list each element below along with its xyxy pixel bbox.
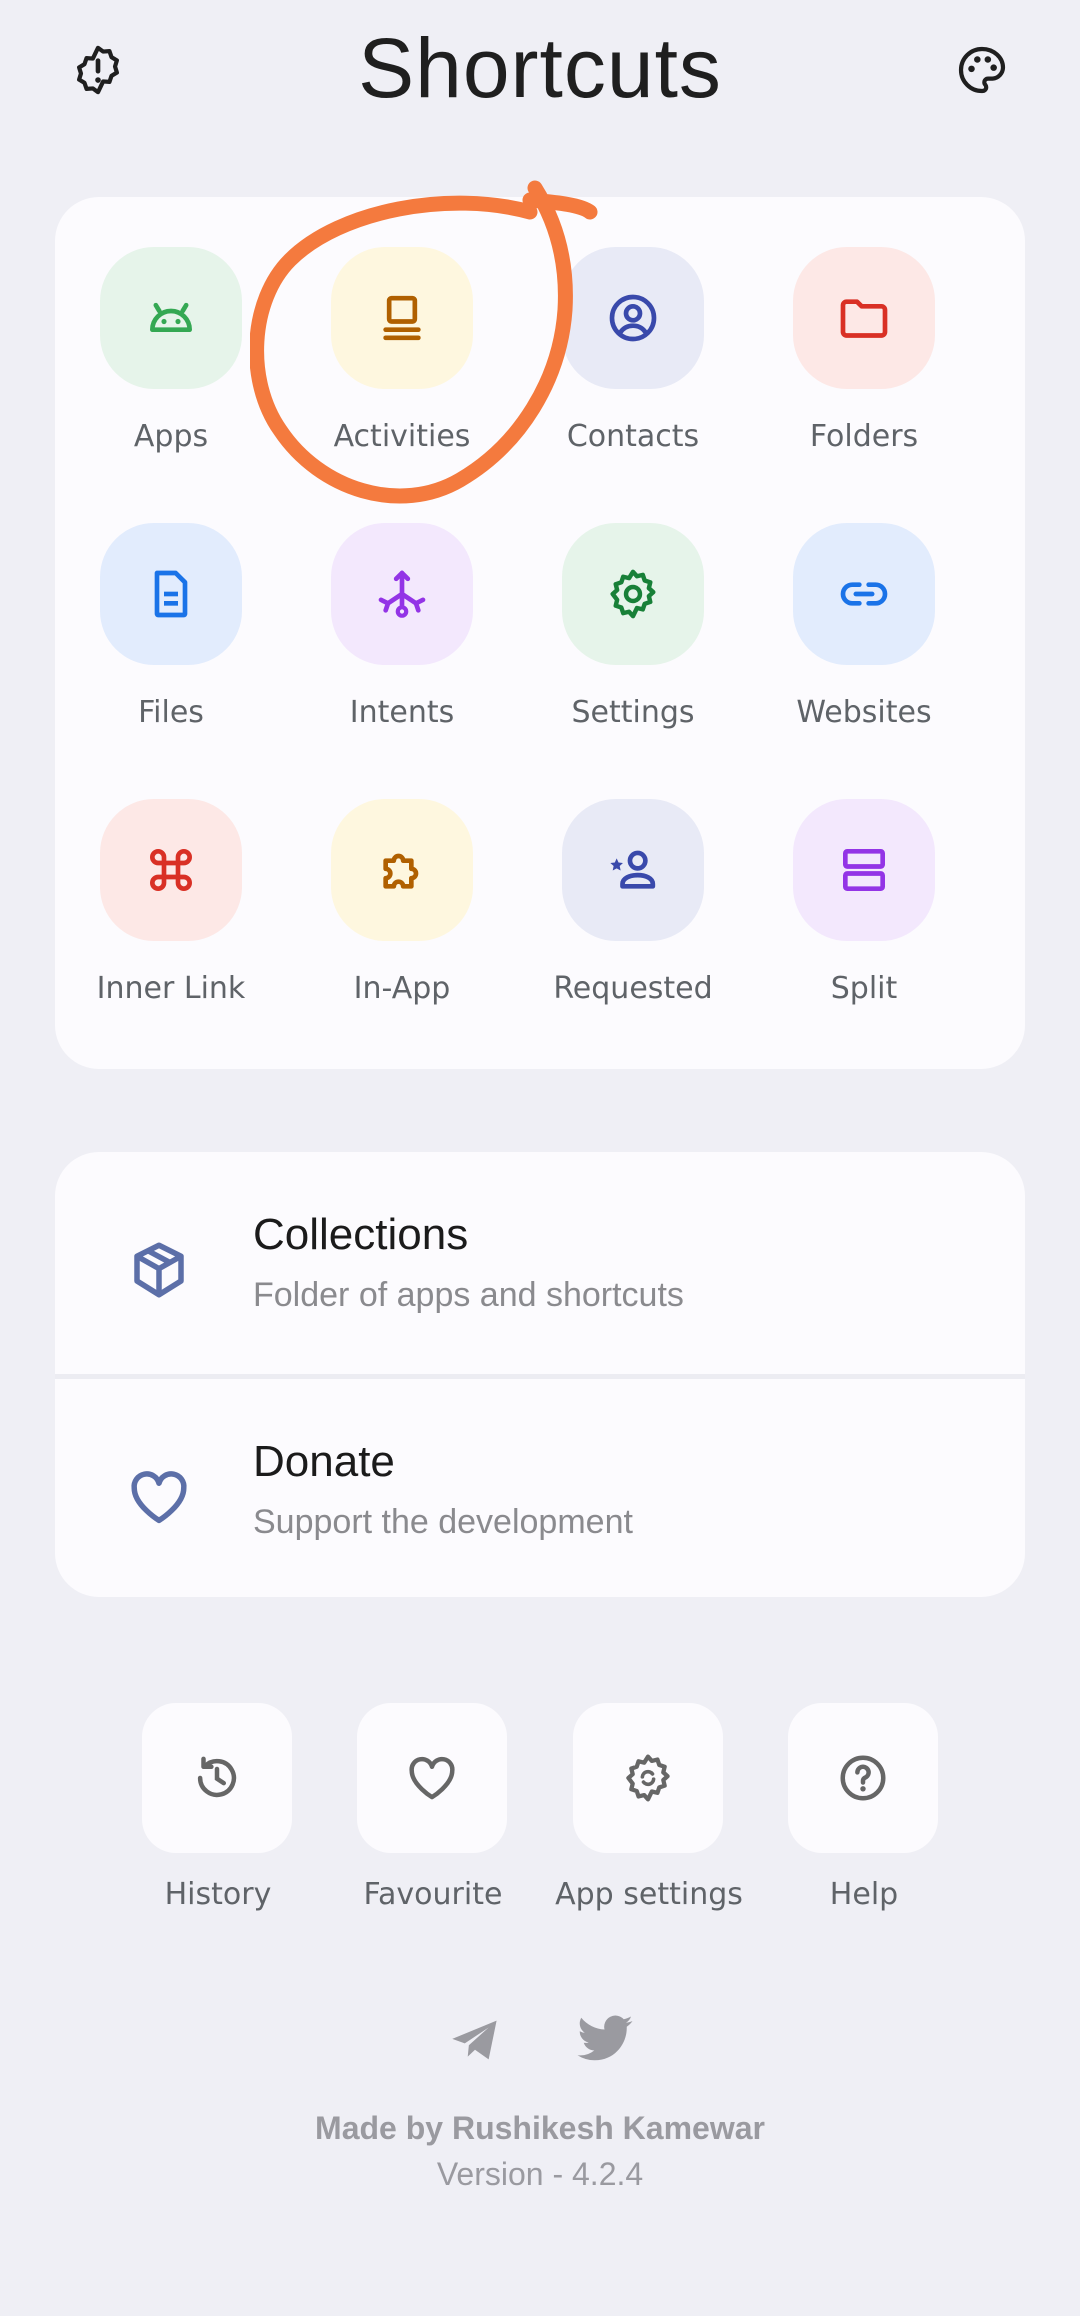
tile-label: In-App [353, 971, 451, 1006]
requested-bubble[interactable] [562, 799, 704, 941]
activities-icon [383, 295, 421, 341]
heart-icon [119, 1457, 199, 1537]
box-icon [119, 1230, 199, 1310]
websites-bubble[interactable] [793, 523, 935, 665]
collections-row[interactable]: Collections Folder of apps and shortcuts [55, 1152, 1025, 1374]
tile-label: Folders [809, 419, 919, 454]
tile-label: Split [830, 971, 898, 1006]
file-icon [154, 570, 188, 618]
tile-intents[interactable]: Intents [286, 523, 518, 763]
tile-in-app[interactable]: In-App [286, 799, 518, 1039]
row-title: Collections [253, 1210, 469, 1259]
in-app-bubble[interactable] [331, 799, 473, 941]
donate-row[interactable]: Donate Support the development [55, 1379, 1025, 1597]
tile-activities[interactable]: Activities [286, 247, 518, 487]
command-icon [150, 849, 192, 891]
links-card: Collections Folder of apps and shortcuts… [55, 1152, 1025, 1597]
app-settings-button[interactable]: App settings [555, 1703, 743, 1933]
made-by-credit: Made by Rushikesh Kamewar [315, 2110, 765, 2146]
tile-label: Settings [571, 695, 695, 730]
favourite-button[interactable]: Favourite [357, 1703, 509, 1933]
person-star-icon [610, 850, 656, 889]
telegram-icon[interactable] [440, 2010, 510, 2070]
contacts-bubble[interactable] [562, 247, 704, 389]
intents-bubble[interactable] [331, 523, 473, 665]
tile-websites[interactable]: Websites [748, 523, 980, 763]
split-bubble[interactable] [793, 799, 935, 941]
contact-icon [609, 294, 657, 342]
shortcut-types-card: Apps Activities Contacts Folders Files I… [55, 197, 1025, 1069]
row-subtitle: Support the development [253, 1503, 633, 1541]
tile-label: Apps [133, 419, 209, 454]
quick-label: Favourite [363, 1877, 503, 1912]
row-title: Donate [253, 1437, 395, 1486]
tile-label: Requested [553, 971, 713, 1006]
history-button[interactable]: History [142, 1703, 294, 1933]
tile-label: Websites [796, 695, 932, 730]
quick-label: App settings [555, 1877, 743, 1912]
page-title: Shortcuts [358, 21, 722, 115]
tile-label: Contacts [566, 419, 700, 454]
apps-bubble[interactable] [100, 247, 242, 389]
tile-inner-link[interactable]: Inner Link [55, 799, 287, 1039]
history-icon[interactable] [142, 1703, 292, 1853]
folders-bubble[interactable] [793, 247, 935, 389]
tile-requested[interactable]: Requested [517, 799, 749, 1039]
puzzle-icon [383, 853, 419, 889]
tile-contacts[interactable]: Contacts [517, 247, 749, 487]
inner-link-bubble[interactable] [100, 799, 242, 941]
intents-icon [378, 570, 426, 618]
tile-folders[interactable]: Folders [748, 247, 980, 487]
tile-label: Files [138, 695, 204, 730]
link-icon [840, 582, 888, 606]
activities-bubble[interactable] [331, 247, 473, 389]
row-subtitle: Folder of apps and shortcuts [253, 1276, 684, 1314]
tile-label: Inner Link [96, 971, 246, 1006]
android-icon [150, 302, 193, 332]
twitter-icon[interactable] [570, 2010, 640, 2070]
quick-label: History [164, 1877, 272, 1912]
tile-label: Intents [349, 695, 455, 730]
tile-settings[interactable]: Settings [517, 523, 749, 763]
files-bubble[interactable] [100, 523, 242, 665]
gear-icon [610, 569, 656, 619]
tile-apps[interactable]: Apps [55, 247, 287, 487]
tile-label: Activities [333, 419, 471, 454]
heart-icon[interactable] [357, 1703, 507, 1853]
settings-bubble[interactable] [562, 523, 704, 665]
version-label: Version - 4.2.4 [436, 2156, 644, 2192]
tile-files[interactable]: Files [55, 523, 287, 763]
help-icon[interactable] [788, 1703, 938, 1853]
split-icon [843, 849, 885, 891]
quick-label: Help [829, 1877, 899, 1912]
gear-sync-icon[interactable] [573, 1703, 723, 1853]
help-button[interactable]: Help [788, 1703, 940, 1933]
tile-split[interactable]: Split [748, 799, 980, 1039]
top-app-bar: Shortcuts [0, 0, 1080, 140]
palette-icon[interactable] [950, 38, 1014, 102]
folder-icon [840, 299, 888, 338]
